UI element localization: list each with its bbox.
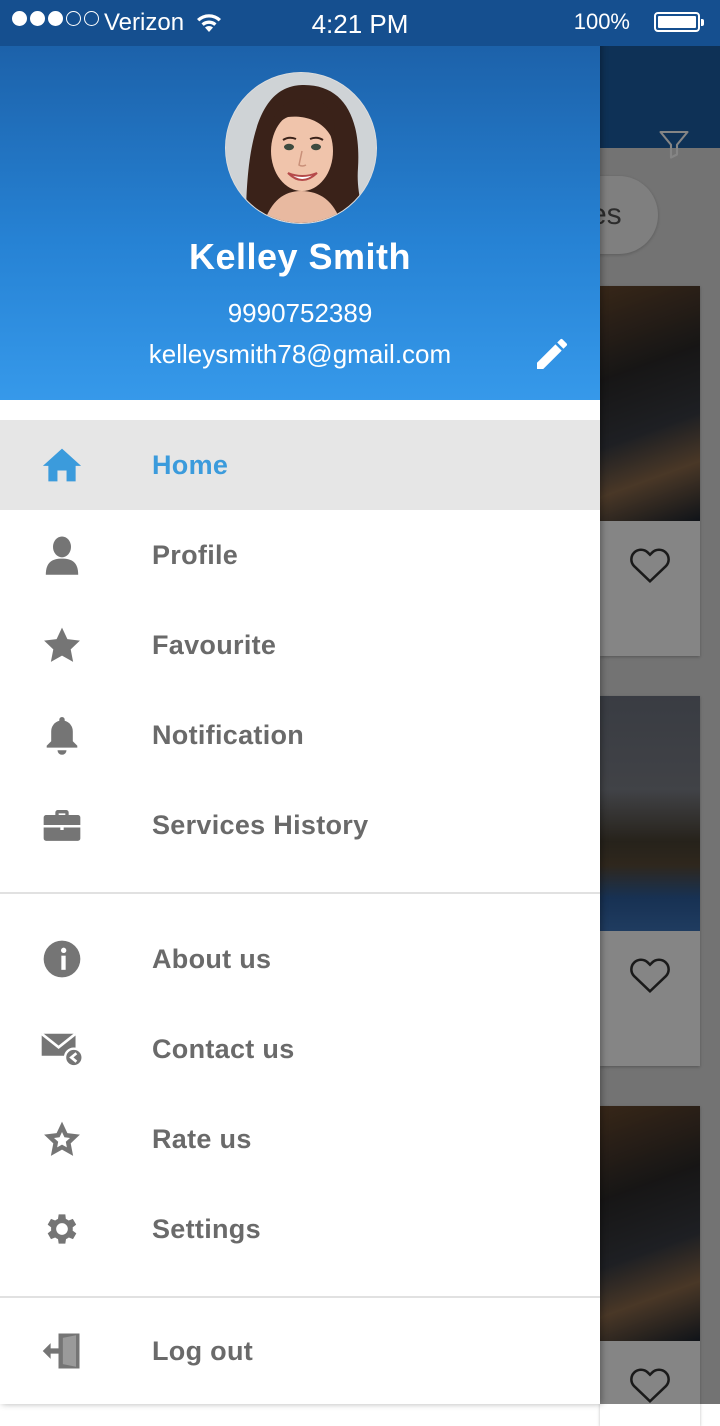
menu-item-label: Notification xyxy=(152,719,305,750)
menu-item-rate-us[interactable]: Rate us xyxy=(0,1094,600,1184)
menu-item-label: Settings xyxy=(152,1213,261,1244)
drawer-menu: Home Profile Favourite Notification Serv… xyxy=(0,420,600,1396)
battery-percentage: 100% xyxy=(573,9,630,34)
pencil-icon[interactable] xyxy=(532,334,572,374)
star-icon xyxy=(40,623,84,667)
menu-item-label: Services History xyxy=(152,809,369,840)
drawer-header: Kelley Smith 9990752389 kelleysmith78@gm… xyxy=(0,0,600,400)
star-outline-icon xyxy=(40,1117,84,1161)
menu-item-settings[interactable]: Settings xyxy=(0,1184,600,1274)
avatar[interactable] xyxy=(225,72,377,224)
briefcase-icon xyxy=(40,803,84,847)
menu-item-label: Rate us xyxy=(152,1123,252,1154)
menu-item-notification[interactable]: Notification xyxy=(0,690,600,780)
menu-item-label: Favourite xyxy=(152,629,277,660)
menu-item-home[interactable]: Home xyxy=(0,420,600,510)
menu-item-label: Log out xyxy=(152,1335,254,1366)
menu-item-label: Contact us xyxy=(152,1033,295,1064)
battery-icon xyxy=(654,12,704,32)
bell-icon xyxy=(40,713,84,757)
navigation-drawer: Kelley Smith 9990752389 kelleysmith78@gm… xyxy=(0,0,600,1404)
menu-item-label: About us xyxy=(152,943,272,974)
info-icon xyxy=(40,937,84,981)
menu-item-contact-us[interactable]: Contact us xyxy=(0,1004,600,1094)
person-icon xyxy=(40,533,84,577)
user-email: kelleysmith78@gmail.com xyxy=(148,339,452,369)
menu-item-favourite[interactable]: Favourite xyxy=(0,600,600,690)
mail-reply-icon xyxy=(40,1027,84,1071)
user-phone: 9990752389 xyxy=(227,298,373,328)
status-bar: Verizon 4:21 PM 100% xyxy=(0,0,720,46)
menu-item-services-history[interactable]: Services History xyxy=(0,780,600,870)
menu-item-label: Home xyxy=(152,449,229,480)
gear-icon xyxy=(40,1207,84,1251)
menu-item-about-us[interactable]: About us xyxy=(0,914,600,1004)
menu-item-label: Profile xyxy=(152,539,239,570)
menu-item-log-out[interactable]: Log out xyxy=(0,1306,600,1396)
user-name: Kelley Smith xyxy=(188,236,412,277)
logout-icon xyxy=(40,1329,84,1373)
menu-item-profile[interactable]: Profile xyxy=(0,510,600,600)
home-icon xyxy=(40,443,84,487)
avatar-portrait xyxy=(226,73,376,223)
